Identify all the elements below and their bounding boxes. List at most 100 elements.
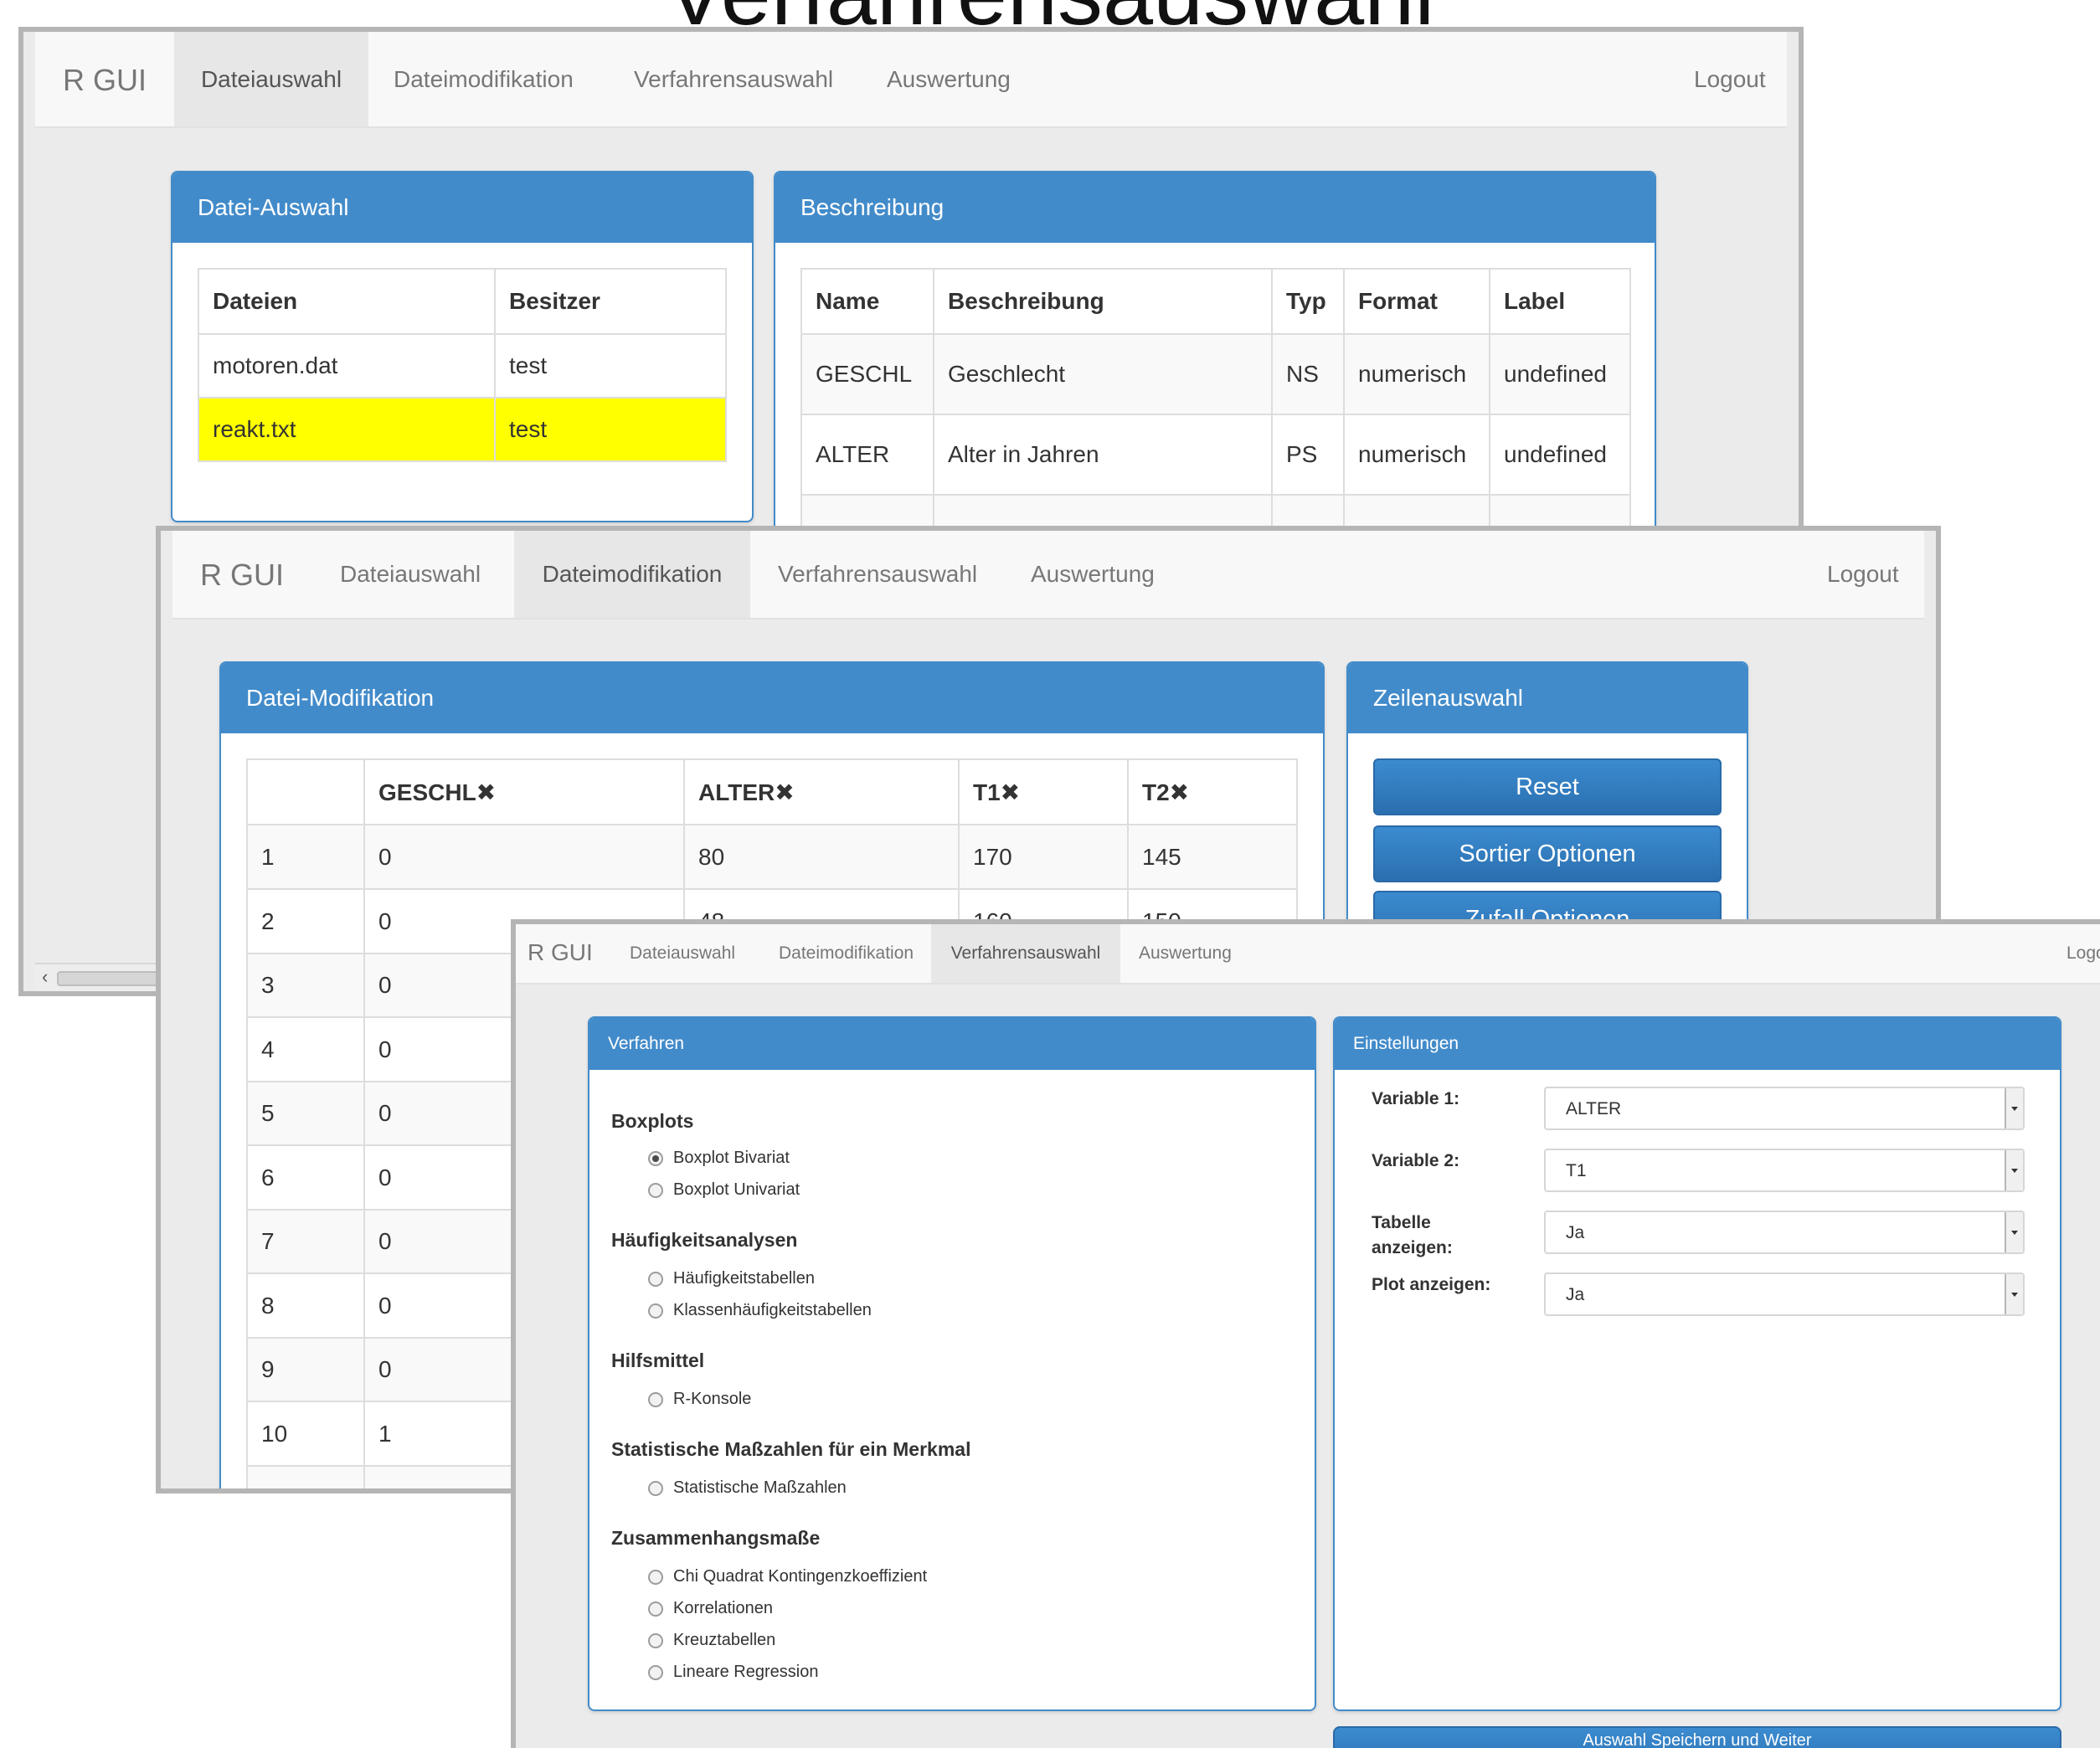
column-header[interactable]: Label [1489,268,1631,335]
tab-verfahrensauswahl[interactable]: Verfahrensauswahl [778,531,977,618]
radio-icon[interactable] [648,1569,663,1585]
column-header-alter[interactable]: ALTER✖ [683,758,960,825]
radio-label[interactable]: Statistische Maßzahlen [673,1478,847,1498]
radio-r-konsole[interactable]: R-Konsole [648,1390,751,1409]
tab-verfahrensauswahl[interactable]: Verfahrensauswahl [634,32,833,126]
panel-heading: Einstellungen [1335,1018,2060,1070]
row-index: 4 [246,1016,365,1082]
radio-boxplot-bivariat[interactable]: Boxplot Bivariat [648,1149,790,1168]
radio-korrelationen[interactable]: Korrelationen [648,1599,773,1618]
radio-lineare-regression[interactable]: Lineare Regression [648,1663,818,1682]
label-line: anzeigen: [1372,1238,1453,1257]
column-header[interactable]: Typ [1271,268,1345,335]
row-index: 5 [246,1081,365,1146]
chevron-down-icon[interactable] [2005,1212,2023,1252]
auswahl-speichern-button[interactable]: Auswahl Speichern und Weiter [1333,1726,2061,1748]
column-header[interactable]: Dateien [198,268,496,335]
brand[interactable]: R GUI [172,531,311,620]
chevron-down-icon[interactable] [2005,1150,2023,1190]
var-type: PS [1271,414,1345,496]
tab-auswertung[interactable]: Auswertung [1139,924,1232,983]
select-value: Ja [1566,1223,1585,1242]
radio-icon[interactable] [648,1271,663,1287]
radio-label[interactable]: Häufigkeitstabellen [673,1269,815,1288]
radio-haeufigkeitstabellen[interactable]: Häufigkeitstabellen [648,1269,815,1288]
cell-t2: 145 [1127,824,1298,890]
row-index-header [246,758,365,825]
row-index: 6 [246,1144,365,1211]
logout-link[interactable]: Logout [1827,531,1899,618]
column-header[interactable]: Besitzer [494,268,727,335]
column-header[interactable]: Name [800,268,934,335]
tabelle-anzeigen-select[interactable]: Ja [1544,1211,2025,1254]
radio-icon[interactable] [648,1182,663,1198]
datei-auswahl-panel: Datei-Auswahl Dateien Besitzer motoren.d… [171,171,754,522]
scroll-left-icon[interactable]: ‹ [42,966,48,988]
file-name[interactable]: reakt.txt [198,397,496,462]
radio-label[interactable]: Chi Quadrat Kontingenzkoeffizient [673,1567,927,1586]
row-index: 2 [246,888,365,954]
file-name[interactable]: motoren.dat [198,333,496,398]
radio-icon[interactable] [648,1480,663,1496]
radio-chi-quadrat[interactable]: Chi Quadrat Kontingenzkoeffizient [648,1567,927,1586]
var-description: Geschlecht [933,333,1273,415]
column-header-t1[interactable]: T1✖ [958,758,1129,825]
tab-dateimodifikation[interactable]: Dateimodifikation [779,924,914,983]
reset-button[interactable]: Reset [1373,758,1722,815]
tab-auswertung[interactable]: Auswertung [887,32,1011,126]
radio-checked-icon[interactable] [648,1150,663,1166]
column-header[interactable]: Beschreibung [933,268,1273,335]
tab-dateiauswahl[interactable]: Dateiauswahl [174,32,368,126]
radio-label[interactable]: Korrelationen [673,1599,773,1618]
radio-label[interactable]: Boxplot Univariat [673,1180,800,1200]
brand[interactable]: R GUI [35,32,174,128]
variable-1-select[interactable]: ALTER [1544,1087,2025,1130]
radio-statistische-masszahlen[interactable]: Statistische Maßzahlen [648,1478,847,1498]
radio-icon[interactable] [648,1303,663,1319]
sortier-optionen-button[interactable]: Sortier Optionen [1373,825,1722,882]
radio-icon[interactable] [648,1601,663,1617]
panel-heading: Datei-Auswahl [172,172,752,243]
radio-icon[interactable] [648,1664,663,1680]
radio-icon[interactable] [648,1632,663,1648]
tab-verfahrensauswahl[interactable]: Verfahrensauswahl [931,924,1120,983]
tab-dateimodifikation[interactable]: Dateimodifikation [514,531,750,618]
logout-link[interactable]: Logo [2067,924,2100,983]
navbar: R GUI Dateiauswahl Dateimodifikation Ver… [172,531,1924,620]
table-row[interactable]: GESCHL Geschlecht NS numerisch undefined [800,333,1631,415]
brand[interactable]: R GUI [528,924,593,985]
table-row-selected[interactable]: reakt.txt test [198,397,727,462]
table-row[interactable]: ALTER Alter in Jahren PS numerisch undef… [800,414,1631,496]
radio-klassenhaeufigkeit[interactable]: Klassenhäufigkeitstabellen [648,1301,872,1320]
row-index: 9 [246,1337,365,1402]
radio-label[interactable]: Klassenhäufigkeitstabellen [673,1301,872,1320]
variable-2-label: Variable 2: [1372,1151,1460,1170]
column-header-t2[interactable]: T2✖ [1127,758,1298,825]
variable-2-select[interactable]: T1 [1544,1149,2025,1192]
radio-icon[interactable] [648,1391,663,1407]
column-header-geschl[interactable]: GESCHL✖ [363,758,685,825]
tab-dateiauswahl[interactable]: Dateiauswahl [340,531,481,618]
radio-label[interactable]: Boxplot Bivariat [673,1149,790,1168]
tab-dateimodifikation[interactable]: Dateimodifikation [394,32,574,126]
radio-label[interactable]: R-Konsole [673,1390,751,1409]
panel-title: Zeilenauswahl [1373,685,1523,711]
tab-dateiauswahl[interactable]: Dateiauswahl [630,924,735,983]
radio-boxplot-univariat[interactable]: Boxplot Univariat [648,1180,800,1200]
radio-label[interactable]: Lineare Regression [673,1663,818,1682]
table-row[interactable]: 1 0 80 170 145 [246,824,1298,890]
table-row[interactable]: motoren.dat test [198,333,727,398]
chevron-down-icon[interactable] [2005,1274,2023,1314]
tab-auswertung[interactable]: Auswertung [1031,531,1155,618]
chevron-down-icon[interactable] [2005,1088,2023,1128]
select-value: ALTER [1566,1099,1622,1118]
var-format: numerisch [1343,333,1490,415]
radio-kreuztabellen[interactable]: Kreuztabellen [648,1631,775,1650]
panel-title: Verfahren [608,1034,685,1053]
column-header[interactable]: Format [1343,268,1490,335]
logout-link[interactable]: Logout [1694,32,1766,126]
radio-label[interactable]: Kreuztabellen [673,1631,775,1650]
panel-title: Datei-Modifikation [246,685,435,711]
group-title-boxplots: Boxplots [611,1110,694,1132]
plot-anzeigen-select[interactable]: Ja [1544,1272,2025,1316]
